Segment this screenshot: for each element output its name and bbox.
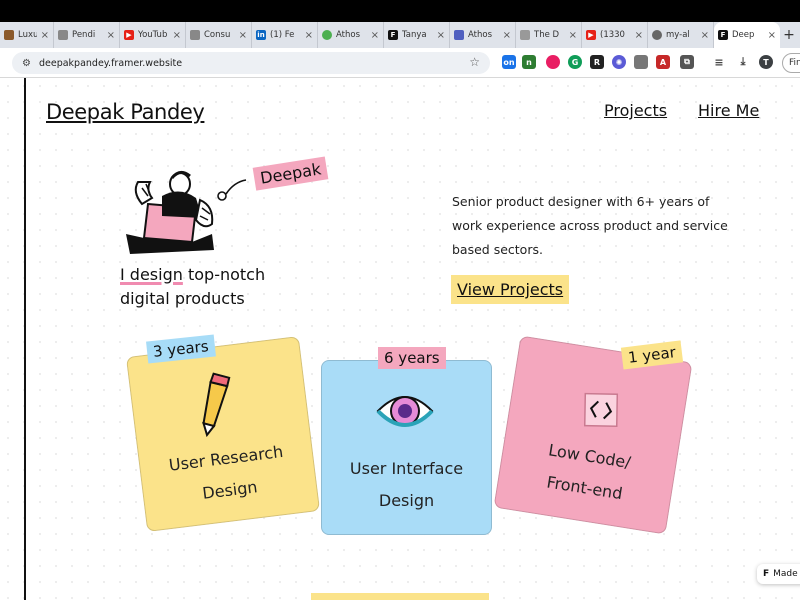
tab-title: my-al [666,30,690,40]
tab-favicon-icon [4,30,14,40]
extension-icon[interactable]: n [522,55,536,69]
browser-tab-active[interactable]: F Deep × [714,22,780,48]
tab-title: The D [534,30,560,40]
code-icon [583,392,619,427]
close-icon[interactable]: × [239,30,247,41]
tab-title: Athos [336,30,361,40]
close-icon[interactable]: × [305,30,313,41]
tab-favicon-icon [520,30,530,40]
hero-tagline: I design top-notch digital products [120,263,265,311]
designer-illustration [126,171,247,254]
close-icon[interactable]: × [768,30,776,41]
left-border-line [24,78,26,600]
extension-icon[interactable] [546,55,560,69]
linkedin-icon: in [256,30,266,40]
extension-icon[interactable]: ✺ [612,55,626,69]
puzzle-icon[interactable]: ⧉ [680,55,694,69]
close-icon[interactable]: × [371,30,379,41]
tab-favicon-icon [322,30,332,40]
browser-tab[interactable]: ▶ YouTub × [120,22,186,48]
reading-list-icon[interactable]: ≡ [712,55,726,69]
eye-icon [376,396,434,427]
made-in-label: Made [773,569,798,579]
bio-description: Senior product designer with 6+ years of… [452,194,728,257]
tagline-highlight: I design [120,265,183,284]
tagline-line2: digital products [120,289,245,308]
youtube-icon: ▶ [124,30,134,40]
tab-title: Deep [732,30,755,40]
browser-tab[interactable]: F Tanya × [384,22,450,48]
nav-projects[interactable]: Projects [604,101,667,120]
experience-badge: 6 years [378,347,446,369]
close-icon[interactable]: × [41,30,49,41]
tab-favicon-icon [58,30,68,40]
browser-tab[interactable]: Consu × [186,22,252,48]
tab-title: YouTub [138,30,168,40]
next-section-card-edge [311,593,489,600]
framer-icon: F [763,569,770,579]
extension-icon[interactable]: R [590,55,604,69]
skill-card-low-code[interactable]: Low Code/ Front-end [493,335,693,535]
browser-tab[interactable]: my-al × [648,22,714,48]
tagline-rest: top-notch [182,265,266,284]
site-settings-icon[interactable]: ⚙ [22,58,31,69]
url-text: deepakpandey.framer.website [38,57,183,69]
close-icon[interactable]: × [173,30,181,41]
extension-icon[interactable]: G [568,55,582,69]
bookmark-star-icon[interactable]: ☆ [469,55,480,69]
pdf-icon[interactable]: A [656,55,670,69]
globe-icon [652,30,662,40]
browser-tab[interactable]: The D × [516,22,582,48]
tab-title: Pendi [72,30,96,40]
close-icon[interactable]: × [437,30,445,41]
system-top-bar [0,0,800,22]
name-tag: Deepak [252,156,329,191]
card-title-line1: User Interface [349,459,464,478]
avatar[interactable]: T [759,55,773,69]
extension-icon[interactable]: on [502,55,516,69]
close-icon[interactable]: × [503,30,511,41]
pencil-icon [202,372,231,438]
site-logo[interactable]: Deepak Pandey [46,100,205,124]
youtube-icon: ▶ [586,30,596,40]
new-tab-button[interactable]: + [780,27,798,43]
tab-title: Athos [468,30,493,40]
tab-title: Consu [204,30,231,40]
browser-tab[interactable]: Athos × [450,22,516,48]
close-icon[interactable]: × [107,30,115,41]
browser-tab[interactable]: ▶ (1330 × [582,22,648,48]
close-icon[interactable]: × [635,30,643,41]
tab-title: Tanya [402,30,427,40]
framer-icon: F [388,30,398,40]
find-button[interactable]: Fin [782,53,800,73]
browser-tab[interactable]: Pendi × [54,22,120,48]
tab-strip: Luxury × Pendi × ▶ YouTub × Consu × in (1) Fe ×… [0,22,800,48]
nav-hire-me[interactable]: Hire Me [698,101,759,120]
browser-tab[interactable]: in (1) Fe × [252,22,318,48]
card-title-line2: Design [378,491,435,510]
address-bar-row: ⚙ deepakpandey.framer.website ☆ on n G R… [0,48,800,78]
framer-icon: F [718,30,728,40]
tab-favicon-icon [190,30,200,40]
tab-title: (1) Fe [270,30,295,40]
close-icon[interactable]: × [569,30,577,41]
tab-title: (1330 [600,30,625,40]
made-in-framer-badge[interactable]: F Made [757,564,800,584]
extension-icon[interactable] [634,55,648,69]
browser-tab[interactable]: Luxury × [0,22,54,48]
tab-title: Luxury [18,30,37,40]
browser-tab[interactable]: Athos × [318,22,384,48]
download-icon[interactable]: ⤓ [736,55,750,69]
omnibox[interactable]: ⚙ deepakpandey.framer.website ☆ [12,52,490,74]
view-projects-button[interactable]: View Projects [451,275,570,304]
page-content: Deepak Pandey Projects Hire Me Deepak I … [0,78,800,600]
tab-favicon-icon [454,30,464,40]
close-icon[interactable]: × [701,30,709,41]
skill-card-user-research[interactable]: User Research Design [125,336,321,532]
skill-card-user-interface[interactable]: User Interface Design [321,360,492,535]
